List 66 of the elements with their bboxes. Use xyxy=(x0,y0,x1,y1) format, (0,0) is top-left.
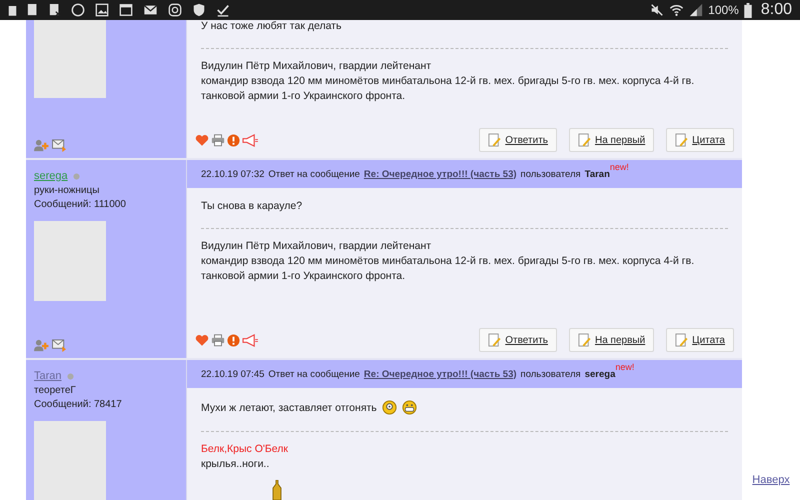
warning-icon[interactable] xyxy=(227,134,240,146)
wifi-icon xyxy=(669,3,684,17)
heart-icon[interactable] xyxy=(195,134,209,146)
grinning-smiley-icon xyxy=(402,400,417,415)
document-icon xyxy=(49,3,61,17)
mail-icon xyxy=(143,3,158,17)
message-text: Мухи ж летают, заставляет отгонять xyxy=(201,402,377,414)
signature-text: крылья..ноги.. xyxy=(201,457,270,472)
new-label: new! xyxy=(610,162,629,172)
clock: 8:00 xyxy=(760,1,792,19)
post-date: 22.10.19 07:32 xyxy=(201,168,264,180)
camera-icon xyxy=(168,3,182,17)
document-pencil-icon xyxy=(675,132,688,148)
post-action-button[interactable]: На первый xyxy=(568,128,654,152)
reply-label: Ответ на сообщение xyxy=(268,168,360,180)
shield-icon xyxy=(192,3,206,17)
printer-icon[interactable] xyxy=(211,134,225,146)
document-pencil-icon xyxy=(675,332,688,348)
envelope-icon[interactable] xyxy=(52,139,67,152)
topic-link[interactable]: Re: Очередное утро!!! (часть 53) xyxy=(364,168,517,180)
battery-percent: 100% xyxy=(708,3,739,17)
mute-icon xyxy=(650,3,664,17)
post-action-button[interactable]: Цитата xyxy=(666,128,734,152)
heart-icon[interactable] xyxy=(195,334,209,346)
post-action-button[interactable]: На первый xyxy=(568,328,654,352)
signal-icon xyxy=(689,3,704,17)
document-pencil-icon xyxy=(578,332,591,348)
post-action-button[interactable]: Ответить xyxy=(479,128,557,152)
message-text: У нас тоже любят так делать xyxy=(201,20,342,32)
document-pencil-icon xyxy=(488,332,502,348)
document-pencil-icon xyxy=(488,132,502,148)
envelope-icon[interactable] xyxy=(52,339,67,352)
post-action-button[interactable]: Цитата xyxy=(666,328,734,352)
document-pencil-icon xyxy=(578,132,591,148)
warning-icon[interactable] xyxy=(227,334,240,346)
signature-text: командир взвода 120 мм миномётов минбатальона 12-й гв. мех. бригады 5-го гв. мех. корпуса 4-й гв. танковой армии 1-го Украинского фронта. xyxy=(201,74,696,104)
megaphone-icon[interactable] xyxy=(242,334,259,346)
signature-text: Видулин Пётр Михайлович, гвардии лейтенант xyxy=(201,239,432,254)
reply-to-user: serega xyxy=(584,368,616,380)
by-label: пользователя xyxy=(520,168,581,180)
offline-status-icon xyxy=(66,372,74,380)
checkmark-icon xyxy=(216,3,230,17)
calendar-icon xyxy=(119,3,133,17)
printer-icon[interactable] xyxy=(211,334,225,346)
post-date: 22.10.19 07:45 xyxy=(201,368,264,380)
by-label: пользователя xyxy=(520,368,581,380)
message-text: Ты снова в карауле? xyxy=(201,200,302,212)
image-icon xyxy=(95,3,109,17)
bottle-figure-icon xyxy=(271,480,283,500)
post-action-button[interactable]: Ответить xyxy=(479,328,557,352)
reply-label: Ответ на сообщение xyxy=(268,368,360,380)
battery-icon xyxy=(744,2,752,18)
topic-link[interactable]: Re: Очередное утро!!! (часть 53) xyxy=(364,368,517,380)
post-count: Сообщений: 78417 xyxy=(34,399,123,410)
back-to-top-link[interactable]: Наверх xyxy=(752,474,790,486)
signature-text: Видулин Пётр Михайлович, гвардии лейтенант xyxy=(201,59,432,74)
reply-to-user: Taran xyxy=(584,168,610,180)
offline-status-icon xyxy=(72,172,80,180)
post-count: Сообщений: 111000 xyxy=(34,199,127,210)
signature-text: Белк,Крыс О'Белк xyxy=(201,442,289,457)
user-title: руки-ножницы xyxy=(34,185,100,196)
document-icon xyxy=(27,3,39,17)
user-title: теоретеГ xyxy=(34,385,77,396)
megaphone-icon[interactable] xyxy=(242,134,259,146)
signature-text: командир взвода 120 мм миномётов минбатальона 12-й гв. мех. бригады 5-го гв. мех. корпуса 4-й гв. танковой армии 1-го Украинского фронта. xyxy=(201,254,696,284)
new-label: new! xyxy=(615,362,634,372)
